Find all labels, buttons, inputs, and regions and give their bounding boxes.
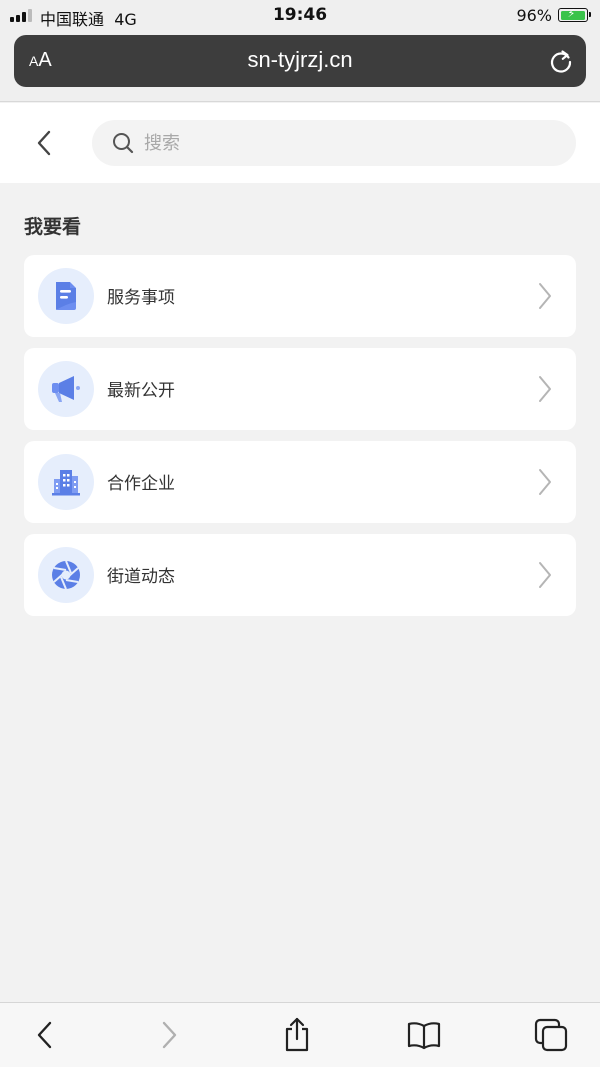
page-header: [0, 103, 600, 183]
browser-address-area: AA sn-tyjrzj.cn: [0, 30, 600, 102]
chevron-right-icon: [539, 469, 551, 495]
chevron-right-icon: [539, 562, 551, 588]
chevron-right-icon: [539, 283, 551, 309]
bookmarks-button[interactable]: [404, 1017, 444, 1053]
menu-item-label: 最新公开: [107, 381, 175, 401]
menu-item-latest-disclosure[interactable]: 最新公开: [24, 348, 576, 430]
reload-icon[interactable]: [548, 48, 574, 74]
chevron-left-icon: [37, 130, 51, 156]
status-bar: 中国联通 4G 19:46 96%: [0, 0, 600, 30]
document-icon: [38, 268, 94, 324]
section-title: 我要看: [24, 216, 82, 238]
menu-item-label: 合作企业: [107, 474, 175, 494]
browser-forward-button[interactable]: [150, 1017, 190, 1053]
share-icon: [285, 1017, 309, 1052]
menu-item-partner-companies[interactable]: 合作企业: [24, 441, 576, 523]
browser-back-button[interactable]: [24, 1017, 64, 1053]
chevron-right-icon: [162, 1021, 177, 1049]
search-icon: [113, 133, 134, 154]
battery-icon: [558, 7, 591, 22]
chevron-left-icon: [37, 1021, 52, 1049]
chevron-right-icon: [539, 376, 551, 402]
book-icon: [407, 1022, 441, 1050]
url-text[interactable]: sn-tyjrzj.cn: [14, 47, 586, 73]
megaphone-icon: [38, 361, 94, 417]
search-input[interactable]: [144, 120, 564, 166]
building-icon: [38, 454, 94, 510]
search-box[interactable]: [92, 120, 576, 166]
address-bar[interactable]: AA sn-tyjrzj.cn: [14, 35, 586, 87]
menu-item-service-matters[interactable]: 服务事项: [24, 255, 576, 337]
menu-item-label: 街道动态: [107, 567, 175, 587]
battery-percent: 96%: [516, 6, 552, 25]
menu-item-label: 服务事项: [107, 288, 175, 308]
share-button[interactable]: [277, 1017, 317, 1053]
aperture-icon: [38, 547, 94, 603]
back-button[interactable]: [24, 123, 64, 163]
tabs-icon: [534, 1018, 568, 1052]
battery-fill: [560, 7, 585, 20]
status-time: 19:46: [272, 5, 328, 25]
browser-toolbar: [0, 1002, 600, 1067]
menu-item-street-news[interactable]: 街道动态: [24, 534, 576, 616]
tabs-button[interactable]: [531, 1017, 571, 1053]
